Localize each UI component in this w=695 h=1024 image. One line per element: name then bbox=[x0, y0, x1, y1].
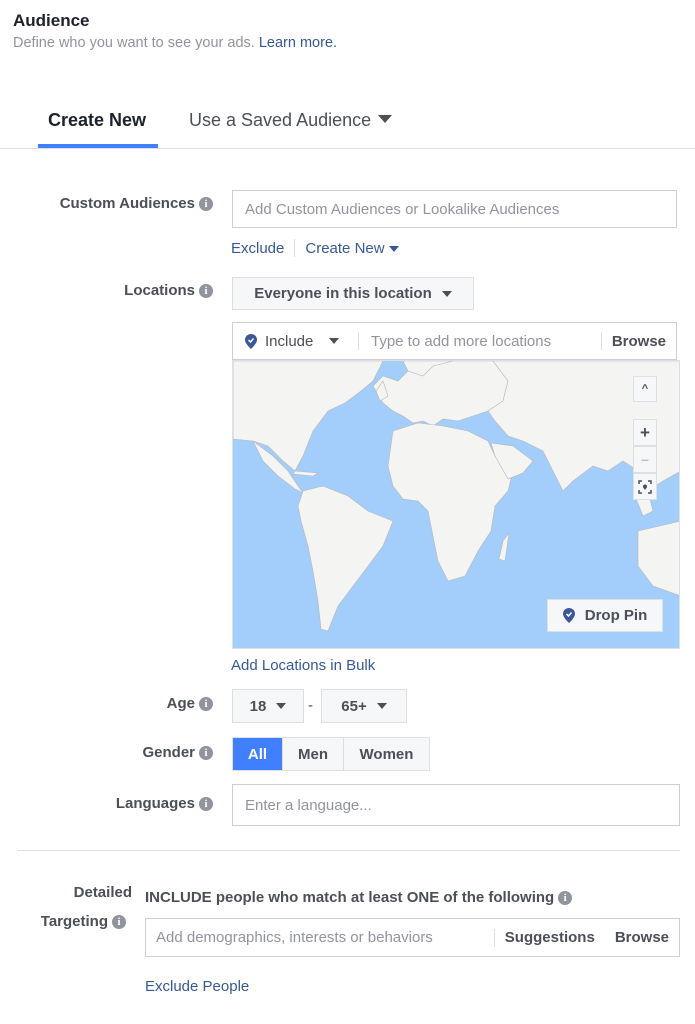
location-placeholder: Type to add more locations bbox=[371, 332, 552, 350]
gender-label-text: Gender bbox=[142, 744, 195, 761]
exclude-people-link[interactable]: Exclude People bbox=[145, 978, 249, 995]
locations-label-text: Locations bbox=[124, 282, 195, 299]
caret-down-icon bbox=[388, 245, 399, 252]
north-america bbox=[233, 361, 384, 472]
include-criteria-text: INCLUDE people who match at least ONE of… bbox=[145, 889, 573, 906]
exclude-link[interactable]: Exclude bbox=[231, 240, 284, 257]
create-new-link-label: Create New bbox=[305, 239, 385, 257]
location-pin-icon bbox=[245, 333, 257, 349]
learn-more-link[interactable]: Learn more. bbox=[259, 35, 337, 51]
suggestions-button[interactable]: Suggestions bbox=[495, 929, 605, 946]
detailed-targeting-placeholder: Add demographics, interests or behaviors bbox=[156, 929, 433, 946]
recenter-icon bbox=[638, 479, 652, 494]
include-value: Include bbox=[265, 332, 314, 350]
age-label-text: Age bbox=[166, 695, 195, 712]
targeting-label: Targeting i bbox=[13, 913, 126, 930]
tab-create-new[interactable]: Create New bbox=[48, 110, 146, 131]
section-subtitle: Define who you want to see your ads. Lea… bbox=[13, 35, 337, 51]
caret-down-icon bbox=[378, 115, 393, 124]
europe bbox=[372, 361, 509, 427]
custom-audiences-label-text: Custom Audiences bbox=[59, 195, 195, 212]
add-locations-bulk-link[interactable]: Add Locations in Bulk bbox=[231, 657, 375, 674]
drop-pin-label: Drop Pin bbox=[584, 607, 648, 624]
info-icon[interactable]: i bbox=[199, 746, 213, 761]
caret-down-icon bbox=[376, 703, 387, 709]
age-max-value: 65+ bbox=[341, 697, 367, 715]
age-min-value: 18 bbox=[249, 697, 267, 715]
languages-label-text: Languages bbox=[115, 795, 195, 812]
tab-saved-label: Use a Saved Audience bbox=[189, 110, 372, 130]
create-new-link[interactable]: Create New bbox=[305, 239, 399, 257]
detailed-targeting-label-line2: Targeting bbox=[40, 913, 108, 930]
gender-label: Gender i bbox=[13, 744, 213, 761]
madagascar bbox=[498, 532, 510, 562]
caret-down-icon bbox=[441, 290, 452, 297]
custom-audiences-input[interactable]: Add Custom Audiences or Lookalike Audien… bbox=[232, 190, 677, 228]
locations-label: Locations i bbox=[13, 282, 213, 299]
map-scroll-up-button[interactable]: ^ bbox=[633, 376, 657, 402]
link-separator bbox=[294, 239, 296, 257]
subtitle-text: Define who you want to see your ads. bbox=[13, 35, 255, 51]
recenter-button[interactable] bbox=[633, 473, 657, 500]
zoom-out-button[interactable]: − bbox=[633, 446, 657, 473]
australia bbox=[637, 521, 679, 596]
custom-audiences-placeholder: Add Custom Audiences or Lookalike Audien… bbox=[245, 200, 560, 218]
location-pin-icon bbox=[562, 608, 575, 623]
info-icon[interactable]: i bbox=[199, 797, 213, 812]
detailed-targeting-input[interactable]: Add demographics, interests or behaviors bbox=[146, 929, 494, 946]
custom-audiences-links: Exclude Create New bbox=[231, 239, 399, 257]
info-icon[interactable]: i bbox=[199, 697, 213, 712]
section-title: Audience bbox=[13, 11, 90, 30]
caret-down-icon bbox=[276, 703, 287, 709]
age-label: Age i bbox=[13, 695, 213, 712]
custom-audiences-label: Custom Audiences i bbox=[13, 195, 213, 212]
location-type-dropdown[interactable]: Everyone in this location bbox=[232, 277, 474, 310]
gender-women-button[interactable]: Women bbox=[344, 738, 429, 770]
audience-tabs: Create New Use a Saved Audience bbox=[0, 100, 695, 149]
info-icon[interactable]: i bbox=[558, 891, 573, 906]
languages-input[interactable]: Enter a language... bbox=[232, 784, 680, 826]
languages-placeholder: Enter a language... bbox=[245, 796, 372, 814]
location-type-value: Everyone in this location bbox=[254, 285, 432, 302]
drop-pin-button[interactable]: Drop Pin bbox=[547, 599, 663, 632]
age-separator: - bbox=[308, 697, 313, 714]
south-america bbox=[297, 485, 394, 632]
gender-men-button[interactable]: Men bbox=[283, 738, 344, 770]
tab-use-saved-audience[interactable]: Use a Saved Audience bbox=[189, 110, 393, 131]
locations-browse-button[interactable]: Browse bbox=[602, 333, 676, 350]
gender-selector: All Men Women bbox=[232, 737, 430, 771]
age-max-dropdown[interactable]: 65+ bbox=[321, 689, 407, 723]
location-map[interactable]: ^ + − Drop Pin bbox=[232, 360, 680, 649]
detailed-targeting-label: Detailed bbox=[13, 884, 132, 901]
languages-label: Languages i bbox=[13, 795, 213, 812]
include-criteria-label: INCLUDE people who match at least ONE of… bbox=[145, 889, 555, 906]
info-icon[interactable]: i bbox=[199, 197, 213, 212]
info-icon[interactable]: i bbox=[199, 284, 213, 299]
active-tab-indicator bbox=[38, 144, 158, 148]
detailed-targeting-bar: Add demographics, interests or behaviors… bbox=[145, 918, 680, 957]
zoom-in-button[interactable]: + bbox=[633, 419, 657, 446]
include-dropdown[interactable]: Include bbox=[233, 333, 358, 350]
section-divider bbox=[17, 850, 680, 851]
caret-down-icon bbox=[329, 338, 340, 344]
info-icon[interactable]: i bbox=[112, 915, 126, 930]
age-min-dropdown[interactable]: 18 bbox=[232, 689, 304, 723]
cuba bbox=[292, 470, 319, 477]
gender-all-button[interactable]: All bbox=[233, 738, 283, 770]
location-search-bar: Include Type to add more locations Brows… bbox=[232, 322, 677, 360]
detailed-targeting-label-line1: Detailed bbox=[73, 884, 132, 901]
detailed-targeting-browse-button[interactable]: Browse bbox=[605, 929, 679, 946]
location-search-input[interactable]: Type to add more locations bbox=[359, 333, 601, 350]
